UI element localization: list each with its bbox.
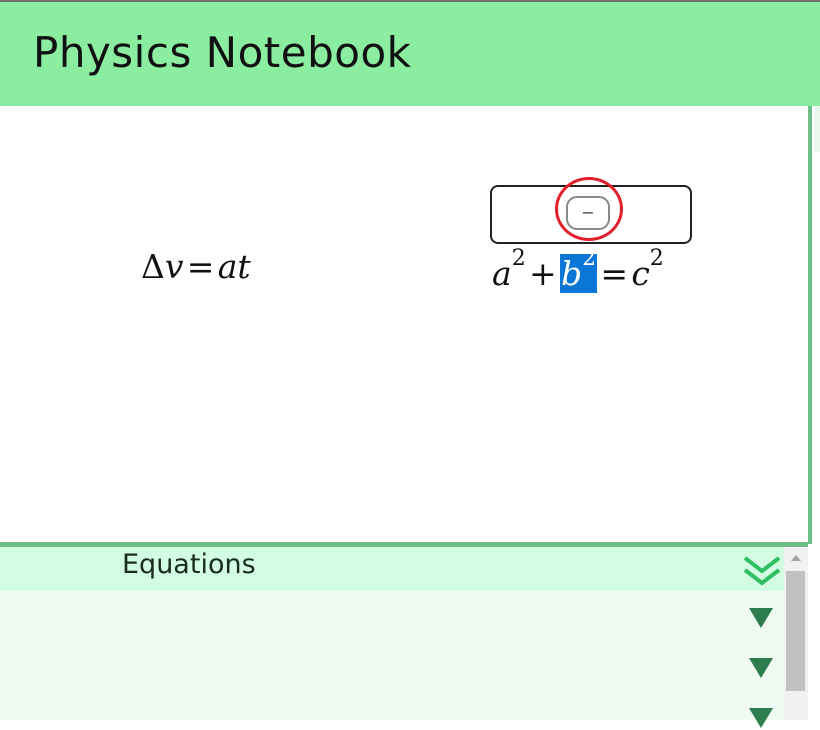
equation-pythagoras[interactable]: a2 + b2 = c2 xyxy=(492,248,664,293)
scroll-up-arrow-icon[interactable] xyxy=(790,553,802,563)
app-header: Physics Notebook xyxy=(0,2,820,106)
math-symbol: 2 xyxy=(511,246,526,271)
math-symbol: = xyxy=(186,247,215,286)
double-chevron-down-icon[interactable] xyxy=(742,553,782,589)
math-symbol: + xyxy=(528,254,557,293)
focus-ring-highlight xyxy=(555,177,623,241)
math-symbol: = xyxy=(600,254,629,293)
equation-velocity[interactable]: Δv = at xyxy=(141,247,251,286)
equations-panel-header[interactable] xyxy=(0,547,784,591)
math-symbol: v xyxy=(164,247,184,286)
selected-term[interactable]: b2 xyxy=(559,248,598,293)
scrollbar-thumb[interactable] xyxy=(786,571,805,691)
math-symbol: 2 xyxy=(649,246,664,271)
triangle-down-icon[interactable] xyxy=(747,656,775,680)
triangle-down-icon[interactable] xyxy=(747,606,775,630)
math-symbol: at xyxy=(217,247,251,286)
equations-panel-title: Equations xyxy=(122,549,256,580)
math-symbol: c xyxy=(631,254,650,293)
app-title: Physics Notebook xyxy=(33,28,412,77)
math-symbol: Δ xyxy=(141,247,165,286)
equations-list xyxy=(0,591,784,720)
panel-right-gutter xyxy=(808,544,820,720)
math-symbol: a xyxy=(492,254,512,293)
canvas-right-gutter-mark xyxy=(814,106,820,152)
canvas-right-gutter xyxy=(812,106,820,544)
triangle-down-icon[interactable] xyxy=(747,706,775,730)
notebook-canvas[interactable] xyxy=(0,106,808,542)
